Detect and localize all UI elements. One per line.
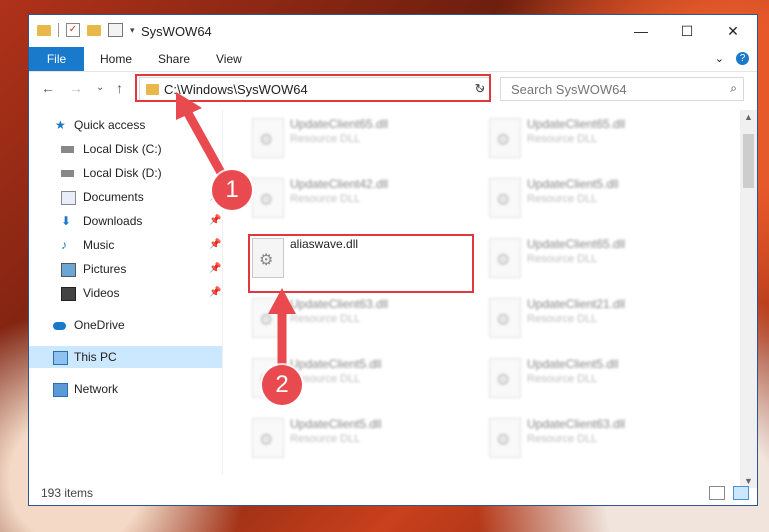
arrow-two	[268, 288, 296, 373]
arrow-one	[176, 92, 229, 183]
step-marker-two: 2	[262, 365, 302, 405]
step-marker-one: 1	[212, 170, 252, 210]
annotation-arrows	[176, 92, 296, 373]
